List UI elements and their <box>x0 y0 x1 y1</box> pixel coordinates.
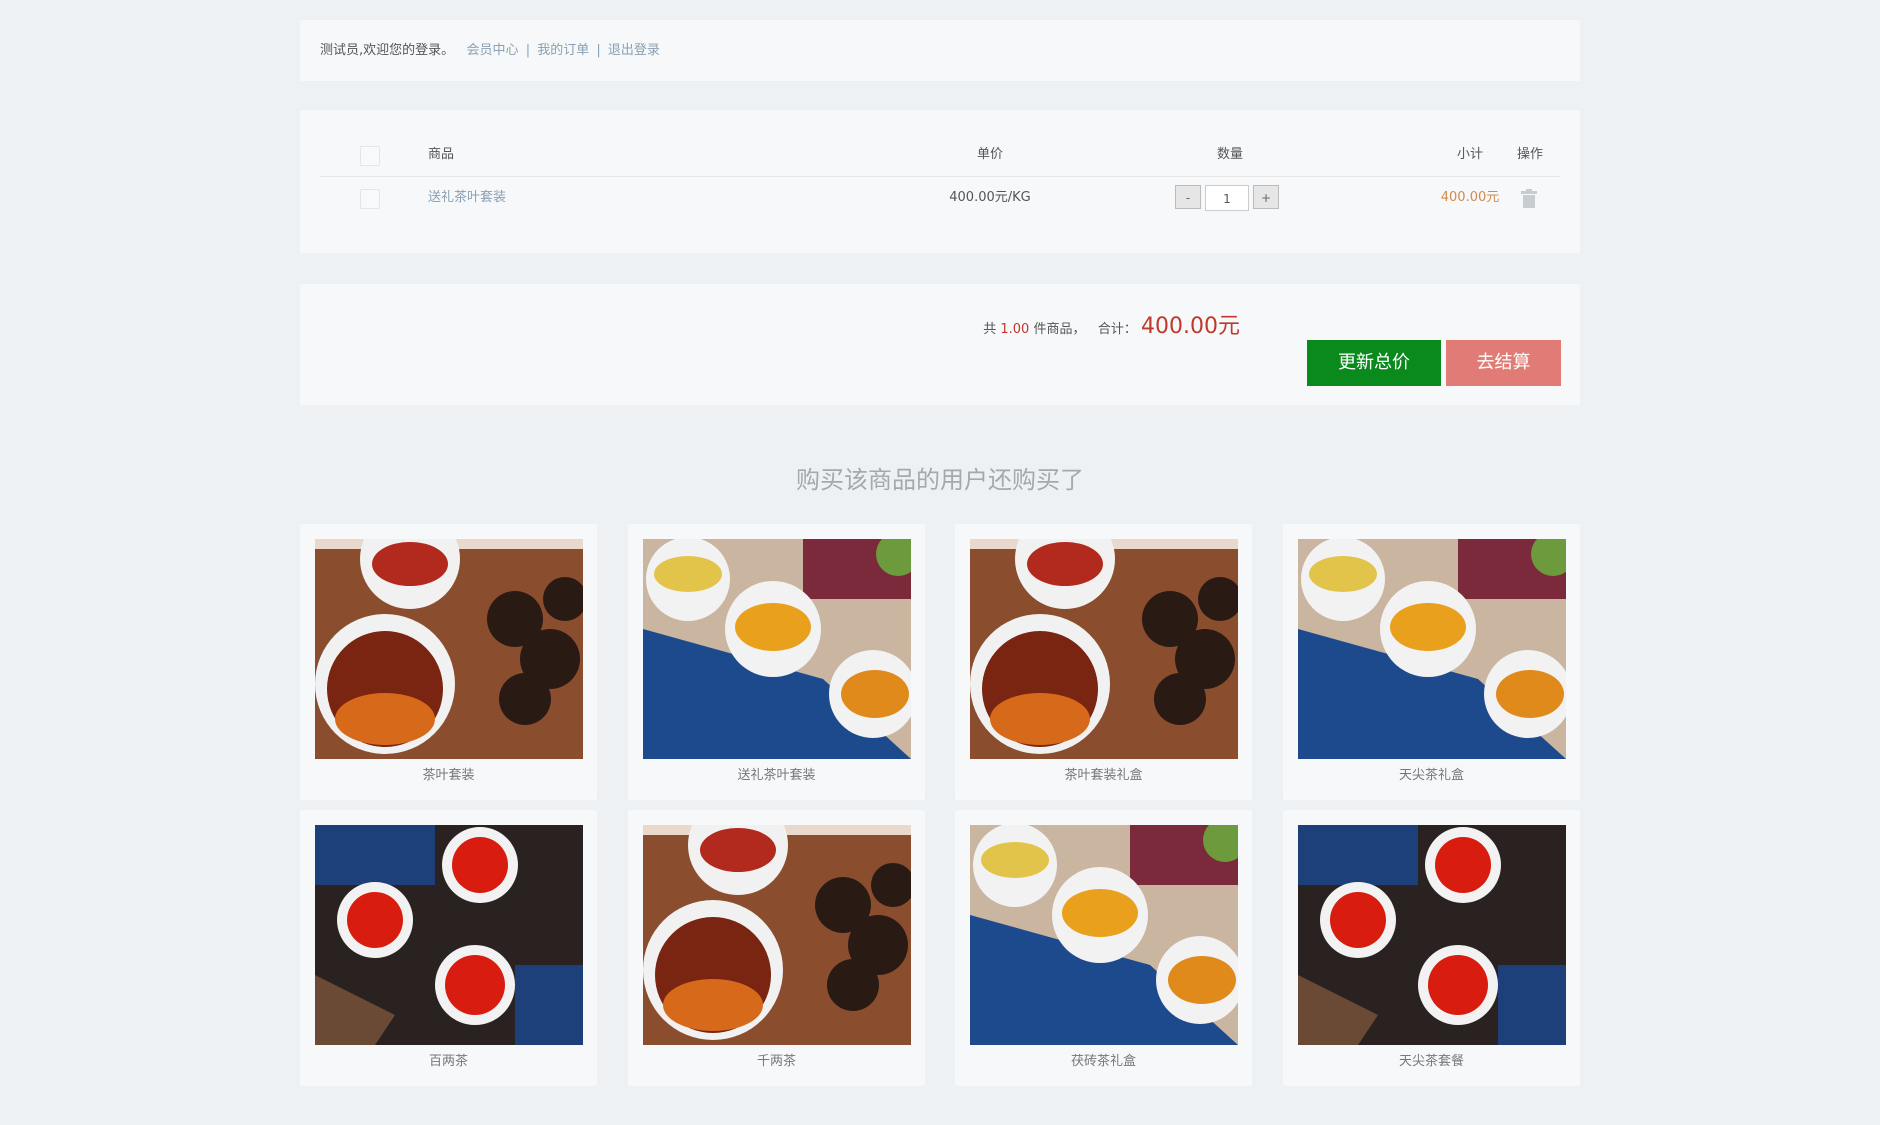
decrement-button[interactable]: - <box>1175 185 1201 209</box>
welcome-text: 测试员,欢迎您的登录。 <box>320 43 455 58</box>
divider: | <box>596 43 601 58</box>
my-orders-link[interactable]: 我的订单 <box>537 43 589 58</box>
trash-icon[interactable] <box>1520 189 1538 209</box>
product-card[interactable]: 千两茶 <box>628 810 925 1086</box>
cart-panel: 商品 单价 数量 小计 操作 送礼茶叶套装 400.00元/KG - 1 + 4… <box>300 110 1580 253</box>
cart-item-row: 送礼茶叶套装 400.00元/KG - 1 + 400.00元 <box>320 177 1560 219</box>
item-subtotal: 400.00元 <box>1440 190 1500 205</box>
cart-table: 商品 单价 数量 小计 操作 送礼茶叶套装 400.00元/KG - 1 + 4… <box>320 134 1560 219</box>
header-product: 商品 <box>428 147 455 162</box>
item-name-link[interactable]: 送礼茶叶套装 <box>428 177 506 219</box>
item-unit-price: 400.00元/KG <box>949 190 1031 205</box>
recommendations-title: 购买该商品的用户还购买了 <box>796 466 1084 494</box>
checkout-button[interactable]: 去结算 <box>1446 340 1561 386</box>
product-card[interactable]: 天尖茶套餐 <box>1283 810 1580 1086</box>
total-label: 合计： <box>1097 322 1137 337</box>
member-center-link[interactable]: 会员中心 <box>467 43 519 58</box>
product-card[interactable]: 茯砖茶礼盒 <box>955 810 1252 1086</box>
increment-button[interactable]: + <box>1253 185 1279 209</box>
summary-panel: 共 1.00 件商品， 合计： 400.00元 更新总价 去结算 <box>300 284 1580 405</box>
summary-prefix: 共 <box>983 322 997 337</box>
product-image[interactable] <box>643 539 911 759</box>
product-image[interactable] <box>315 825 583 1045</box>
update-total-button[interactable]: 更新总价 <box>1307 340 1441 386</box>
total-value: 400.00元 <box>1141 314 1240 339</box>
product-name[interactable]: 千两茶 <box>628 1050 925 1069</box>
item-count: 1.00 <box>1000 322 1030 337</box>
product-card[interactable]: 天尖茶礼盒 <box>1283 524 1580 800</box>
order-summary: 共 1.00 件商品， 合计： 400.00元 <box>983 308 1240 340</box>
product-name[interactable]: 送礼茶叶套装 <box>628 764 925 783</box>
product-name[interactable]: 天尖茶套餐 <box>1283 1050 1580 1069</box>
cart-header-row: 商品 单价 数量 小计 操作 <box>320 134 1560 177</box>
header-action: 操作 <box>1516 147 1543 162</box>
item-checkbox[interactable] <box>360 189 380 209</box>
quantity-input[interactable]: 1 <box>1205 185 1249 211</box>
product-card[interactable]: 茶叶套装礼盒 <box>955 524 1252 800</box>
product-card[interactable]: 送礼茶叶套装 <box>628 524 925 800</box>
product-name[interactable]: 茯砖茶礼盒 <box>955 1050 1252 1069</box>
product-image[interactable] <box>315 539 583 759</box>
product-image[interactable] <box>970 825 1238 1045</box>
product-name[interactable]: 百两茶 <box>300 1050 597 1069</box>
product-image[interactable] <box>970 539 1238 759</box>
product-card[interactable]: 茶叶套装 <box>300 524 597 800</box>
logout-link[interactable]: 退出登录 <box>608 43 660 58</box>
header-subtotal: 小计 <box>1456 147 1483 162</box>
product-name[interactable]: 茶叶套装礼盒 <box>955 764 1252 783</box>
product-card[interactable]: 百两茶 <box>300 810 597 1086</box>
product-name[interactable]: 茶叶套装 <box>300 764 597 783</box>
product-image[interactable] <box>1298 539 1566 759</box>
divider: | <box>525 43 531 58</box>
top-bar: 测试员,欢迎您的登录。 会员中心 | 我的订单 | 退出登录 <box>300 20 1580 81</box>
product-name[interactable]: 天尖茶礼盒 <box>1283 764 1580 783</box>
product-image[interactable] <box>1298 825 1566 1045</box>
product-image[interactable] <box>643 825 911 1045</box>
summary-count-suffix: 件商品， <box>1033 322 1086 337</box>
select-all-checkbox[interactable] <box>360 146 380 166</box>
